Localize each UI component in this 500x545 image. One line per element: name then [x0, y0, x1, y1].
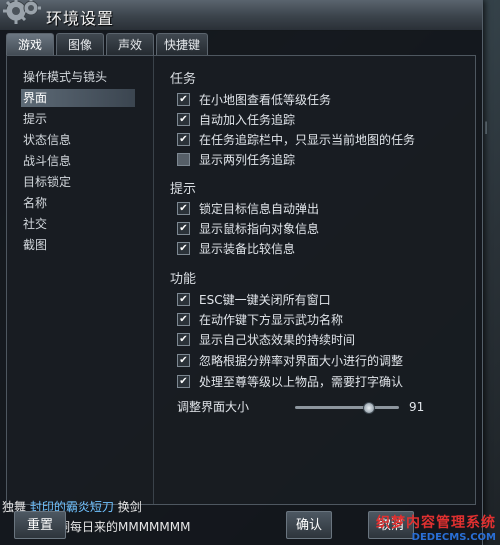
- nav-item-control-camera[interactable]: 操作模式与镜头: [23, 68, 107, 86]
- settings-panel: 操作模式与镜头 界面 提示 状态信息 战斗信息 目标锁定 名称 社交 截图 任务…: [6, 55, 476, 505]
- settings-window: 环境设置 游戏 图像 声效 快捷键 操作模式与镜头 界面 提示 状态信息 战斗信…: [0, 0, 483, 545]
- option-label: 显示鼠标指向对象信息: [199, 221, 320, 236]
- gear-icon: [3, 0, 41, 24]
- option-two-column-tracking[interactable]: 显示两列任务追踪: [177, 150, 295, 168]
- option-equipment-compare[interactable]: ✔ 显示装备比较信息: [177, 239, 295, 257]
- option-label: 自动加入任务追踪: [199, 112, 296, 127]
- nav-item-combat-info[interactable]: 战斗信息: [23, 152, 71, 170]
- option-label: ESC键一键关闭所有窗口: [199, 292, 331, 307]
- option-mouse-hover-info[interactable]: ✔ 显示鼠标指向对象信息: [177, 219, 319, 237]
- checkbox[interactable]: ✔: [177, 201, 190, 215]
- ui-scale-slider-thumb[interactable]: [363, 402, 375, 414]
- option-label: 在任务追踪栏中，只显示当前地图的任务: [199, 132, 416, 147]
- checkbox[interactable]: ✔: [177, 221, 190, 235]
- checkbox[interactable]: ✔: [177, 112, 190, 126]
- section-title-function: 功能: [170, 272, 197, 287]
- checkbox[interactable]: ✔: [177, 292, 190, 306]
- option-label: 在小地图查看低等级任务: [199, 92, 332, 107]
- option-minimap-low-level-tasks[interactable]: ✔ 在小地图查看低等级任务: [177, 90, 331, 108]
- nav-item-interface[interactable]: 界面: [21, 89, 135, 107]
- background-decoration: |: [484, 120, 489, 134]
- ui-scale-slider-track[interactable]: [295, 406, 399, 409]
- checkbox[interactable]: ✔: [177, 92, 190, 106]
- watermark-line-2: DEDECMS.COM: [411, 532, 496, 543]
- background-chat-line-2: 洞每日来的MMMMMMM: [58, 520, 191, 534]
- option-label: 锁定目标信息自动弹出: [199, 201, 320, 216]
- option-target-info-popup[interactable]: ✔ 锁定目标信息自动弹出: [177, 199, 319, 217]
- nav-item-social[interactable]: 社交: [23, 215, 47, 233]
- category-nav: 操作模式与镜头 界面 提示 状态信息 战斗信息 目标锁定 名称 社交 截图: [7, 56, 154, 504]
- watermark-line-1: 织梦内容管理系统: [376, 515, 496, 531]
- tab-bar: 游戏 图像 声效 快捷键: [6, 33, 210, 55]
- window-title: 环境设置: [46, 9, 115, 28]
- tab-graphics[interactable]: 图像: [56, 33, 104, 55]
- checkbox[interactable]: ✔: [177, 374, 190, 388]
- checkbox[interactable]: ✔: [177, 353, 190, 367]
- option-label: 显示两列任务追踪: [199, 152, 296, 167]
- section-title-hint: 提示: [170, 182, 197, 197]
- nav-item-hints[interactable]: 提示: [23, 110, 47, 128]
- site-watermark: 织梦内容管理系统 DEDECMS.COM: [376, 512, 496, 543]
- tab-sound[interactable]: 声效: [106, 33, 154, 55]
- chat-text: 换剑: [117, 500, 142, 514]
- option-skill-names-under-actions[interactable]: ✔ 在动作键下方显示武功名称: [177, 310, 343, 328]
- ui-scale-label: 调整界面大小: [177, 400, 250, 414]
- option-current-map-tasks-only[interactable]: ✔ 在任务追踪栏中，只显示当前地图的任务: [177, 130, 415, 148]
- checkbox[interactable]: ✔: [177, 312, 190, 326]
- checkbox[interactable]: [177, 152, 190, 166]
- option-label: 显示自己状态效果的持续时间: [199, 332, 356, 347]
- nav-item-target-lock[interactable]: 目标锁定: [23, 173, 71, 191]
- option-label: 忽略根据分辨率对界面大小进行的调整: [199, 353, 404, 368]
- section-title-task: 任务: [170, 72, 197, 87]
- option-status-effect-duration[interactable]: ✔ 显示自己状态效果的持续时间: [177, 330, 355, 348]
- title-bar[interactable]: 环境设置: [0, 0, 482, 31]
- option-ignore-resolution-scaling[interactable]: ✔ 忽略根据分辨率对界面大小进行的调整: [177, 351, 403, 369]
- option-label: 在动作键下方显示武功名称: [199, 312, 344, 327]
- tab-game[interactable]: 游戏: [6, 33, 54, 55]
- nav-item-screenshot[interactable]: 截图: [23, 236, 47, 254]
- checkbox[interactable]: ✔: [177, 132, 190, 146]
- option-typing-confirm-items[interactable]: ✔ 处理至尊等级以上物品，需要打字确认: [177, 372, 403, 390]
- option-label: 显示装备比较信息: [199, 241, 296, 256]
- nav-item-names[interactable]: 名称: [23, 194, 47, 212]
- option-esc-close-all[interactable]: ✔ ESC键一键关闭所有窗口: [177, 290, 331, 308]
- ui-scale-value: 91: [409, 400, 425, 414]
- checkbox[interactable]: ✔: [177, 241, 190, 255]
- option-auto-track-tasks[interactable]: ✔ 自动加入任务追踪: [177, 110, 295, 128]
- option-label: 处理至尊等级以上物品，需要打字确认: [199, 374, 404, 389]
- confirm-button[interactable]: 确认: [286, 511, 332, 539]
- checkbox[interactable]: ✔: [177, 332, 190, 346]
- ui-scale-slider-row: 调整界面大小 91: [177, 398, 467, 416]
- tab-hotkeys[interactable]: 快捷键: [156, 33, 208, 55]
- nav-item-status-info[interactable]: 状态信息: [23, 131, 71, 149]
- reset-button[interactable]: 重置: [14, 511, 66, 539]
